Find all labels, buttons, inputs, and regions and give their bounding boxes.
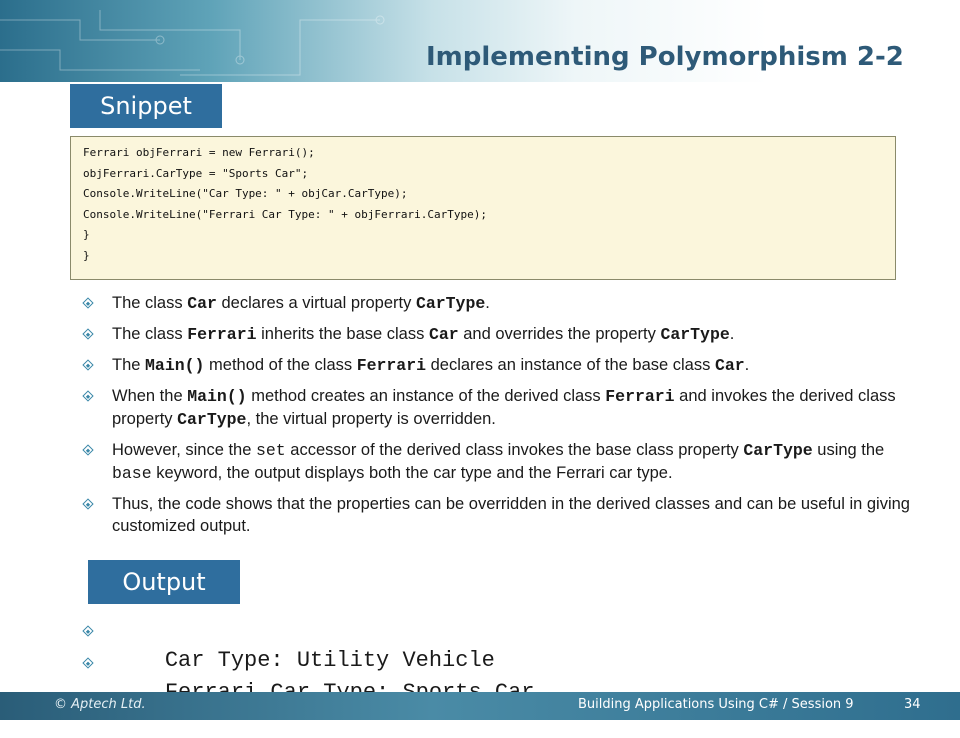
bullet-item: The Main() method of the class Ferrari d… (80, 354, 910, 377)
course-session-text: Building Applications Using C# / Session… (578, 697, 854, 712)
inline-code: Car (428, 325, 459, 344)
bullet-item: When the Main() method creates an instan… (80, 385, 910, 431)
bullet-text: declares a virtual property (216, 294, 416, 312)
circuit-decoration (0, 10, 385, 76)
bullet-text: . (744, 356, 750, 374)
inline-code: Car (714, 356, 745, 375)
code-line: } (83, 248, 90, 262)
header-banner: Implementing Polymorphism 2-2 (0, 0, 960, 82)
output-list: Car Type: Utility Vehicle Ferrari Car Ty… (80, 616, 534, 705)
code-line: Console.WriteLine("Ferrari Car Type: " +… (83, 207, 487, 221)
diamond-bullet-icon (82, 657, 94, 669)
output-line: Car Type: Utility Vehicle (80, 616, 534, 673)
explanation-bullet-list: The class Car declares a virtual propert… (80, 292, 910, 545)
bullet-text: keyword, the output displays both the ca… (151, 464, 673, 482)
diamond-bullet-icon (82, 498, 94, 510)
code-line: } (83, 228, 90, 241)
inline-code: CarType (660, 325, 730, 344)
bullet-text: The class (112, 325, 188, 343)
bullet-text: accessor of the derived class invokes th… (285, 441, 744, 459)
bullet-text: declares an instance of the base class (426, 356, 715, 374)
bullet-text: Thus, the code shows that the properties… (112, 495, 910, 535)
diamond-bullet-icon (82, 625, 94, 637)
inline-code: CarType (415, 294, 486, 313)
inline-code: Ferrari (605, 387, 675, 406)
bullet-text: inherits the base class (256, 325, 429, 343)
inline-code: Main() (187, 387, 247, 406)
inline-code: Ferrari (356, 356, 427, 375)
code-line: Console.WriteLine("Car Type: " + objCar.… (83, 187, 408, 200)
page-title: Implementing Polymorphism 2-2 (426, 42, 904, 72)
bullet-item: The class Car declares a virtual propert… (80, 292, 910, 315)
diamond-bullet-icon (82, 297, 94, 309)
bullet-text: . (485, 294, 490, 312)
bullet-item: The class Ferrari inherits the base clas… (80, 323, 910, 346)
snippet-label: Snippet (70, 84, 222, 128)
bullet-text: . (729, 325, 735, 343)
footer-bar: © Aptech Ltd. Building Applications Usin… (0, 692, 960, 720)
diamond-bullet-icon (82, 328, 94, 340)
diamond-bullet-icon (82, 390, 94, 402)
diamond-bullet-icon (82, 359, 94, 371)
diamond-bullet-icon (82, 444, 94, 456)
code-line: Ferrari objFerrari = new Ferrari(); (83, 146, 315, 159)
output-label: Output (88, 560, 240, 604)
output-line: Ferrari Car Type: Sports Car (80, 648, 534, 705)
bullet-text: The class (112, 294, 188, 312)
bullet-text: and overrides the property (458, 325, 661, 343)
bullet-text: , the virtual property is overridden. (246, 410, 496, 428)
inline-code: CarType (177, 410, 247, 429)
bullet-text: When the (112, 387, 188, 405)
bullet-text: using the (812, 441, 885, 459)
page-number: 34 (904, 697, 921, 712)
inline-code: Car (187, 294, 217, 313)
bullet-text: However, since the (112, 441, 256, 459)
code-line: objFerrari.CarType = "Sports Car"; (83, 166, 309, 180)
bullet-text: method creates an instance of the derive… (246, 387, 606, 405)
bullet-item: However, since the set accessor of the d… (80, 439, 910, 485)
inline-code: Ferrari (187, 325, 257, 344)
code-snippet-box: Ferrari objFerrari = new Ferrari(); objF… (70, 136, 896, 280)
inline-code: CarType (743, 441, 813, 460)
bullet-item: Thus, the code shows that the properties… (80, 493, 910, 537)
inline-code: set (256, 441, 286, 460)
bullet-text: The (112, 356, 146, 374)
inline-code: Main() (145, 356, 205, 375)
inline-code: base (112, 464, 152, 483)
copyright-text: © Aptech Ltd. (54, 697, 146, 712)
bullet-text: method of the class (204, 356, 357, 374)
